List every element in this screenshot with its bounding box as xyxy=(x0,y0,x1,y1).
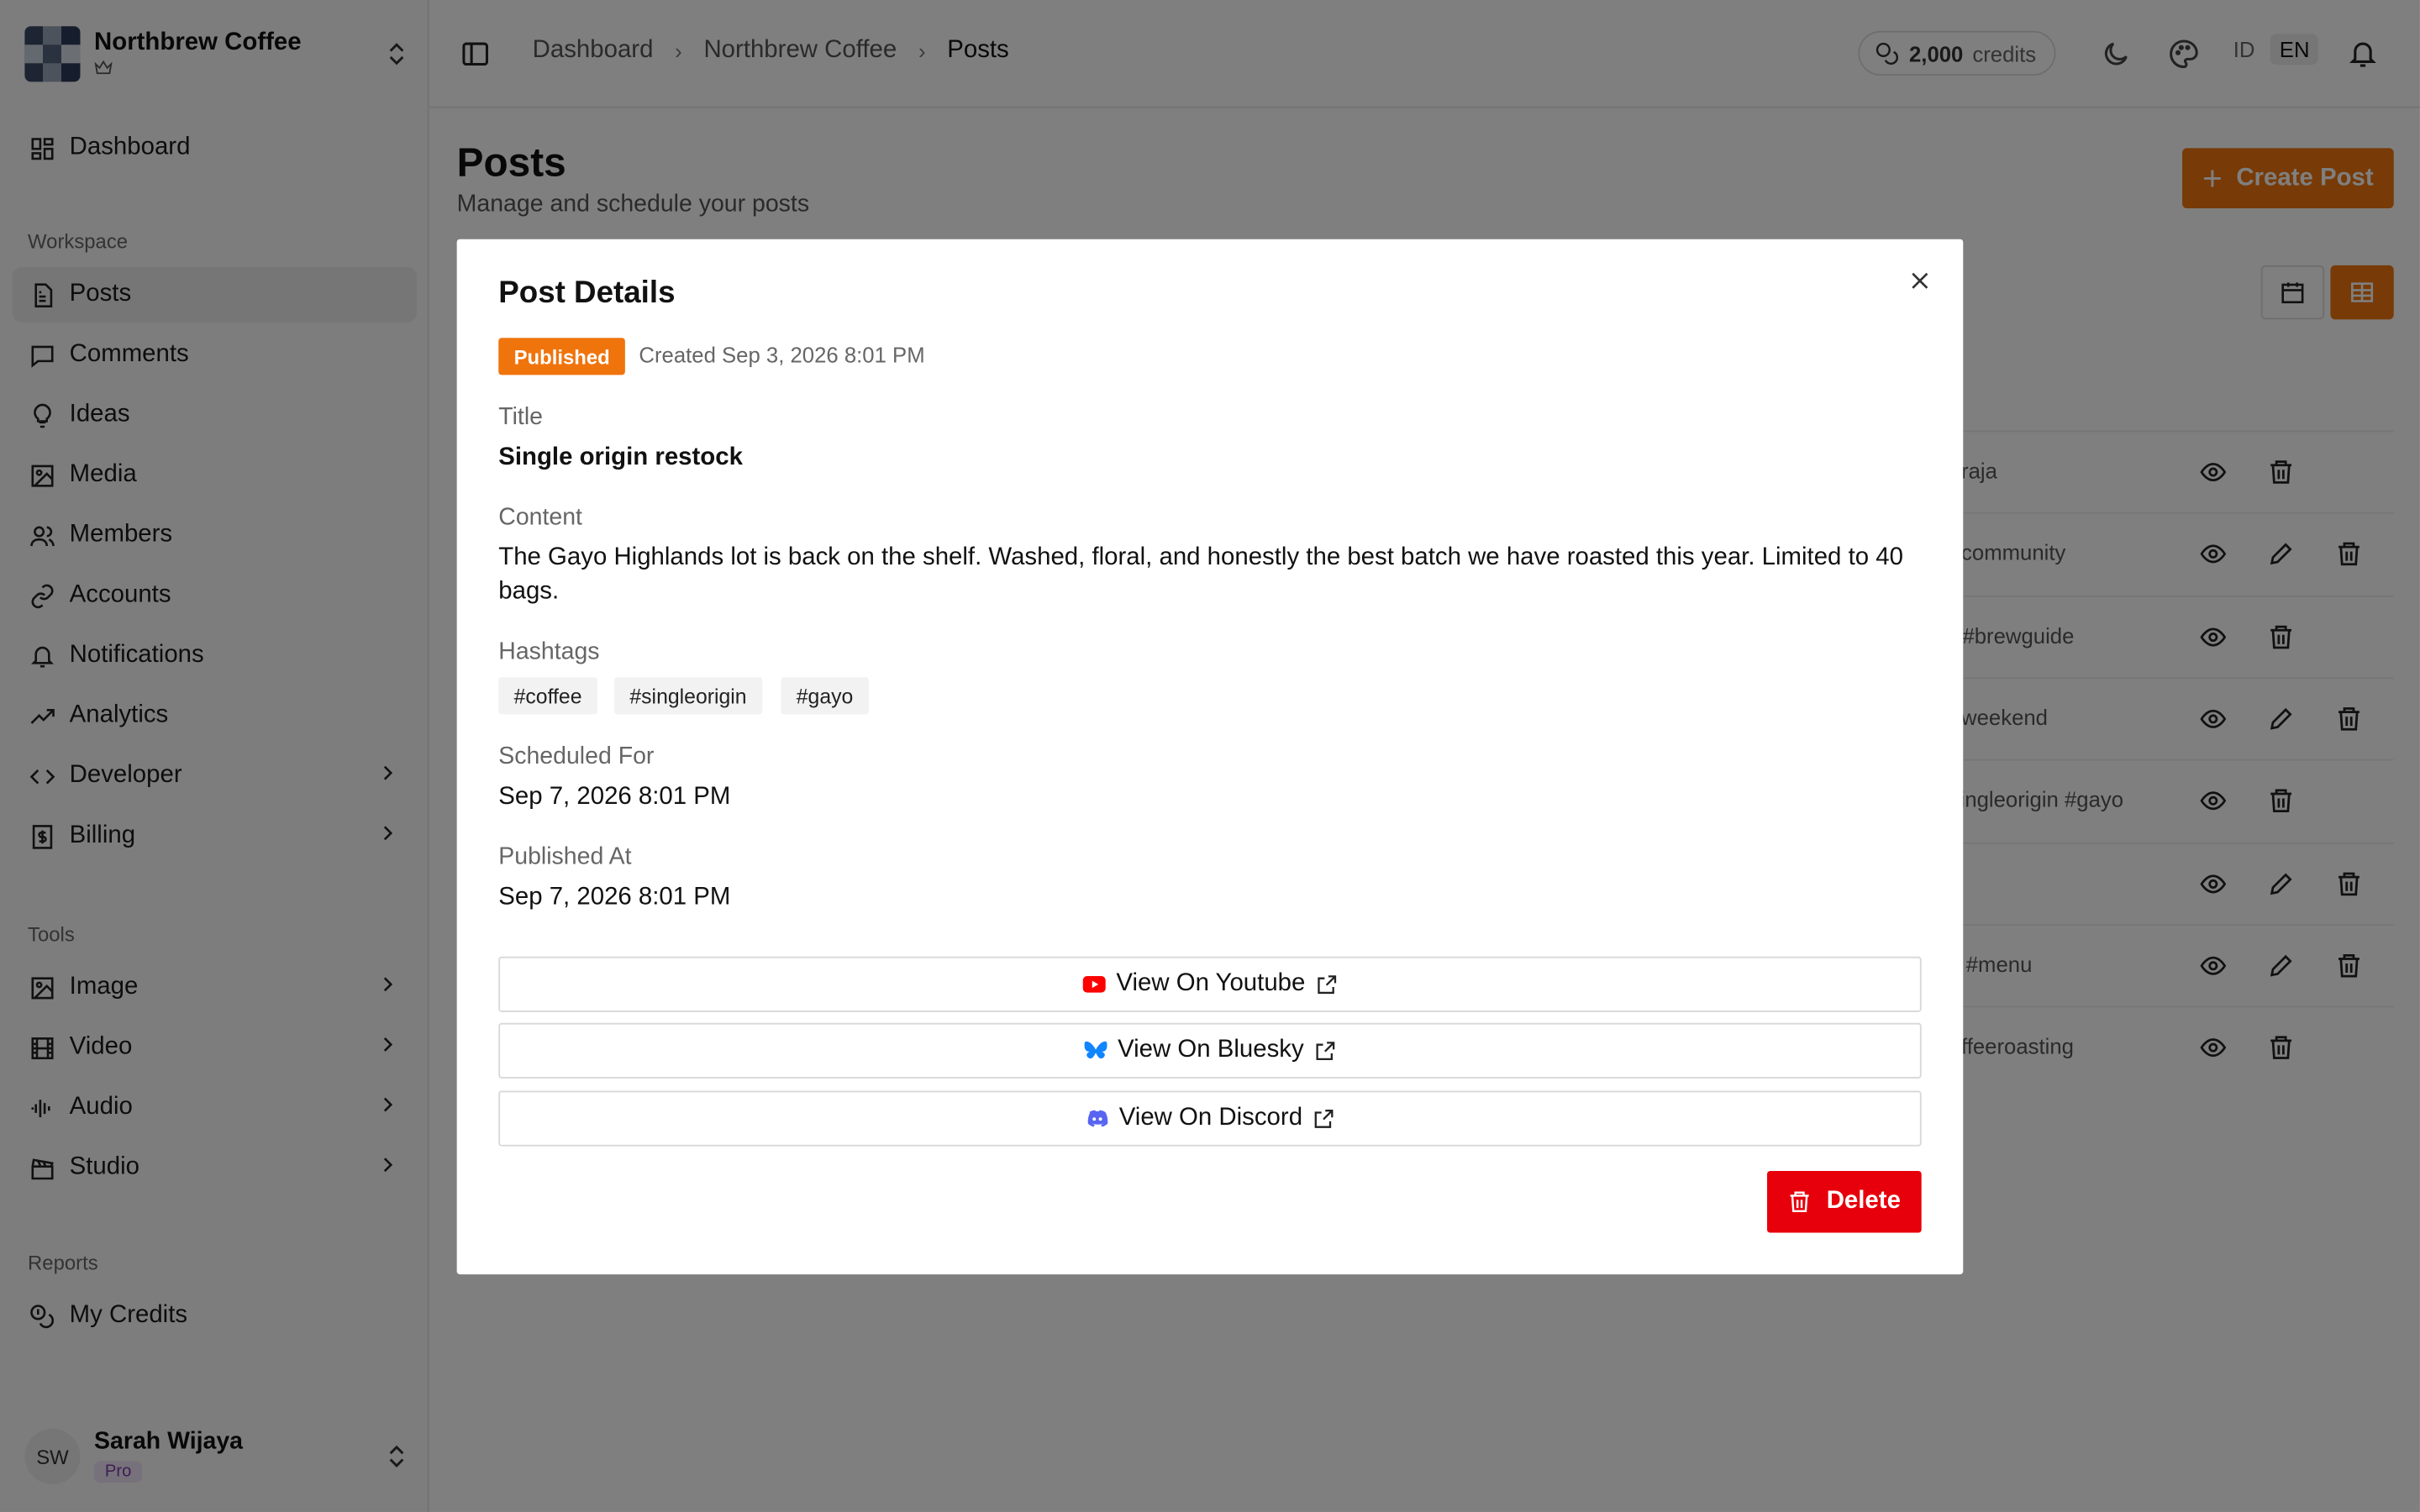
content-value: The Gayo Highlands lot is back on the sh… xyxy=(498,544,1903,605)
delete-label: Delete xyxy=(1826,1188,1901,1215)
published-label: Published At xyxy=(498,843,632,870)
title-value: Single origin restock xyxy=(498,444,743,471)
dialog-title: Post Details xyxy=(498,276,676,311)
youtube-icon xyxy=(1082,972,1107,996)
scheduled-value: Sep 7, 2026 8:01 PM xyxy=(498,784,731,811)
discord-icon xyxy=(1085,1106,1109,1131)
scheduled-label: Scheduled For xyxy=(498,743,655,770)
external-link-icon xyxy=(1312,1107,1335,1131)
hashtag-chip: #coffee xyxy=(498,677,597,715)
external-link-icon xyxy=(1313,1039,1337,1063)
created-timestamp: Created Sep 3, 2026 8:01 PM xyxy=(639,342,925,368)
trash-icon xyxy=(1791,1191,1810,1213)
link-label: View On Discord xyxy=(1118,1105,1303,1131)
view-on-discord-button[interactable]: View On Discord xyxy=(498,1090,1922,1147)
view-on-youtube-button[interactable]: View On Youtube xyxy=(498,956,1922,1012)
bluesky-icon xyxy=(1084,1038,1108,1063)
hashtag-chip: #singleorigin xyxy=(614,677,762,715)
post-details-dialog: Post Details Published Created Sep 3, 20… xyxy=(456,239,1964,1275)
published-value: Sep 7, 2026 8:01 PM xyxy=(498,884,731,911)
close-icon[interactable] xyxy=(1907,269,1932,293)
link-label: View On Bluesky xyxy=(1118,1037,1304,1063)
title-label: Title xyxy=(498,404,544,431)
link-label: View On Youtube xyxy=(1116,970,1306,997)
status-badge: Published xyxy=(498,338,626,375)
content-label: Content xyxy=(498,504,582,531)
hashtag-chip: #gayo xyxy=(781,677,869,715)
view-on-bluesky-button[interactable]: View On Bluesky xyxy=(498,1022,1922,1079)
external-link-icon xyxy=(1314,973,1338,996)
delete-button[interactable]: Delete xyxy=(1767,1171,1922,1233)
hashtags-label: Hashtags xyxy=(498,638,600,665)
